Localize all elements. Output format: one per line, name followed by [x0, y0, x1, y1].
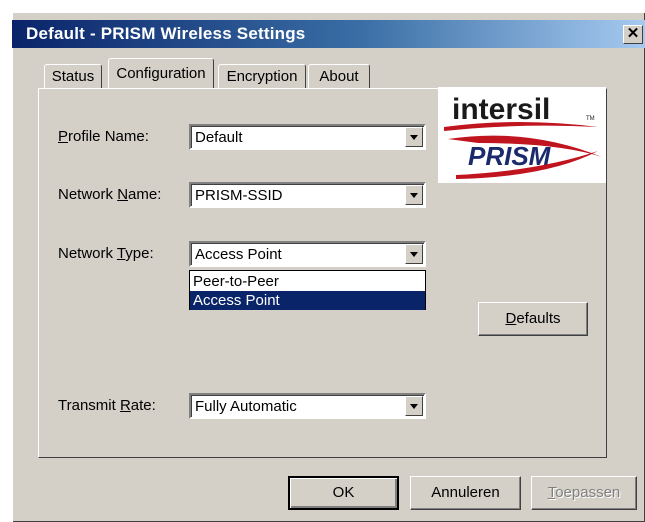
- window-title: Default - PRISM Wireless Settings: [26, 24, 306, 43]
- profile-name-combo[interactable]: Default: [189, 124, 426, 150]
- network-type-label: Network Type:: [58, 245, 154, 262]
- tab-about[interactable]: About: [308, 64, 370, 88]
- tab-configuration[interactable]: Configuration: [108, 58, 214, 88]
- close-button[interactable]: ✕: [623, 25, 643, 44]
- network-type-dropdown-list: Peer-to-Peer Access Point: [189, 270, 426, 310]
- apply-button[interactable]: Toepassen: [531, 476, 637, 510]
- tab-status[interactable]: Status: [44, 64, 102, 88]
- network-name-label: Network Name:: [58, 186, 162, 203]
- transmit-rate-combo[interactable]: Fully Automatic: [189, 393, 426, 419]
- option-peer-to-peer[interactable]: Peer-to-Peer: [190, 272, 425, 291]
- network-name-combo[interactable]: PRISM-SSID: [189, 182, 426, 208]
- transmit-rate-label: Transmit Rate:: [58, 397, 156, 414]
- ok-button[interactable]: OK: [288, 476, 399, 510]
- chevron-down-icon[interactable]: [405, 396, 423, 416]
- defaults-button[interactable]: Defaults: [478, 302, 588, 336]
- intersil-prism-logo: intersil TM PRISM: [438, 87, 606, 183]
- chevron-down-icon[interactable]: [405, 127, 423, 147]
- brand-top-text: intersil: [452, 93, 550, 126]
- chevron-down-icon[interactable]: [405, 185, 423, 205]
- profile-name-label: Profile Name:: [58, 128, 149, 145]
- chevron-down-icon[interactable]: [405, 244, 423, 264]
- option-access-point[interactable]: Access Point: [190, 291, 425, 310]
- svg-text:TM: TM: [586, 116, 595, 122]
- close-icon: ✕: [626, 25, 640, 42]
- tab-encryption[interactable]: Encryption: [218, 64, 306, 88]
- network-type-combo[interactable]: Access Point: [189, 241, 426, 267]
- cancel-button[interactable]: Annuleren: [410, 476, 521, 510]
